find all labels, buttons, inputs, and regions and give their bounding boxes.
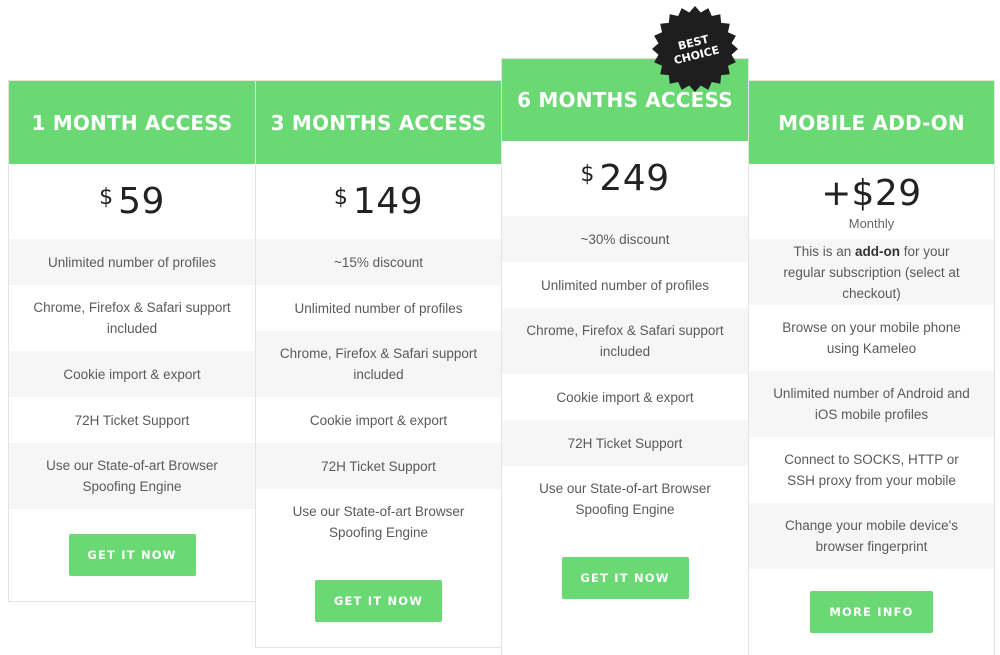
feature-item: ~15% discount	[256, 239, 501, 285]
price-amount: 249	[599, 158, 670, 199]
feature-item: Cookie import & export	[309, 412, 448, 428]
price-amount: 29	[874, 172, 922, 214]
plan-card-3-months: 3 MONTHS ACCESS $ 149 ~15% discount Unli…	[256, 81, 501, 647]
feature-item: Chrome, Firefox & Safari support include…	[33, 300, 231, 336]
feature-item: This is an add-on for your regular subsc…	[749, 239, 994, 305]
feature-text-bold: add-on	[855, 243, 900, 259]
best-choice-badge: BEST CHOICE	[652, 6, 738, 92]
plan-title: 1 MONTH ACCESS	[9, 81, 255, 164]
button-wrap: GET IT NOW	[9, 509, 255, 601]
feature-item: Use our State-of-art Browser Spoofing En…	[9, 443, 255, 509]
feature-item: Unlimited number of profiles	[540, 277, 710, 293]
price: $ 59	[99, 181, 165, 222]
button-wrap: GET IT NOW	[256, 555, 501, 647]
feature-item: Unlimited number of profiles	[9, 239, 255, 285]
price-block: + $ 29 Monthly	[749, 164, 994, 239]
feature-item: Use our State-of-art Browser Spoofing En…	[539, 481, 711, 517]
price: $ 149	[334, 181, 423, 222]
price: + $ 29	[821, 173, 921, 214]
feature-item: Use our State-of-art Browser Spoofing En…	[292, 504, 465, 540]
feature-item: Chrome, Firefox & Safari support include…	[502, 308, 748, 374]
currency-symbol: $	[851, 172, 875, 214]
feature-item: Cookie import & export	[9, 351, 255, 397]
feature-item: 72H Ticket Support	[502, 420, 748, 466]
feature-item: 72H Ticket Support	[256, 443, 501, 489]
get-it-now-button[interactable]: GET IT NOW	[561, 557, 689, 599]
price-amount: 59	[118, 181, 165, 222]
feature-item: Browse on your mobile phone using Kamele…	[782, 320, 961, 356]
feature-item: Cookie import & export	[556, 389, 694, 405]
price-block: $ 59	[9, 164, 255, 239]
plus-sign: +	[821, 172, 852, 214]
more-info-button[interactable]: MORE INFO	[810, 591, 933, 633]
feature-item: Connect to SOCKS, HTTP or SSH proxy from…	[784, 452, 959, 488]
feature-item: 72H Ticket Support	[74, 412, 190, 428]
price-block: $ 249	[502, 141, 748, 216]
get-it-now-button[interactable]: GET IT NOW	[68, 534, 196, 576]
feature-item: Change your mobile device's browser fing…	[749, 503, 994, 569]
plan-title: 3 MONTHS ACCESS	[256, 81, 501, 164]
feature-text: This is an add-on for your regular subsc…	[771, 241, 972, 304]
price: $ 249	[580, 158, 669, 199]
feature-item: Unlimited number of Android and iOS mobi…	[749, 371, 994, 437]
plan-title: MOBILE ADD-ON	[749, 81, 994, 164]
currency-symbol: $	[99, 185, 114, 210]
feature-item: Chrome, Firefox & Safari support include…	[256, 331, 501, 397]
button-wrap: GET IT NOW	[502, 532, 748, 624]
currency-symbol: $	[333, 185, 348, 210]
billing-period: Monthly	[848, 215, 895, 231]
plan-card-6-months: 6 MONTHS ACCESS $ 249 ~30% discount Unli…	[502, 59, 748, 655]
plan-card-mobile-addon: MOBILE ADD-ON + $ 29 Monthly This is an …	[749, 81, 994, 655]
currency-symbol: $	[580, 162, 595, 187]
price-block: $ 149	[256, 164, 501, 239]
feature-text-pre: This is an	[793, 243, 855, 259]
plan-card-1-month: 1 MONTH ACCESS $ 59 Unlimited number of …	[9, 81, 255, 601]
feature-item: ~30% discount	[502, 216, 748, 262]
button-wrap: MORE INFO	[749, 569, 994, 655]
get-it-now-button[interactable]: GET IT NOW	[315, 580, 442, 622]
price-amount: 149	[352, 181, 424, 222]
feature-item: Unlimited number of profiles	[294, 300, 463, 316]
